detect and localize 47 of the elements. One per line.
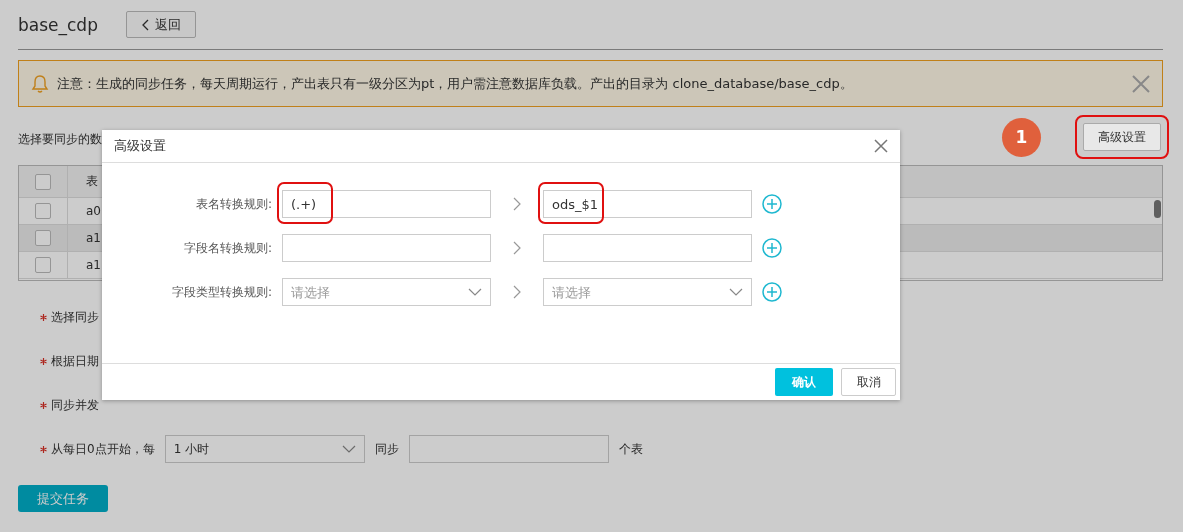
table-cell-text: a1 xyxy=(85,231,101,245)
rule-label: 字段类型转换规则: xyxy=(170,283,273,301)
chevron-left-icon xyxy=(140,18,149,31)
chevron-right-icon xyxy=(513,197,521,211)
unit-label: 个表 xyxy=(618,440,643,458)
chevron-down-icon xyxy=(341,445,356,453)
cancel-button[interactable]: 取消 xyxy=(841,368,896,396)
bell-icon xyxy=(31,73,49,94)
table-cell-text: a1 xyxy=(85,258,101,272)
table-cell-text: a0 xyxy=(85,204,101,218)
chevron-right-icon xyxy=(513,285,521,299)
chevron-down-icon xyxy=(729,288,743,296)
dialog-title: 高级设置 xyxy=(114,137,166,155)
checkbox[interactable] xyxy=(35,173,51,190)
notice-text: 注意：生成的同步任务，每天周期运行，产出表只有一级分区为pt，用户需注意数据库负载。产出的目录为 clone_database/base_cdp。 xyxy=(57,74,854,93)
column-header: 表 xyxy=(85,173,98,190)
input-field[interactable]: ods_$1 xyxy=(543,190,752,218)
rule-label: 表名转换规则: xyxy=(194,195,273,213)
chevron-down-icon xyxy=(468,288,482,296)
step-badge: 1 xyxy=(1002,117,1041,157)
scrollbar-thumb[interactable] xyxy=(1154,200,1161,218)
checkbox[interactable] xyxy=(35,257,51,273)
close-icon[interactable] xyxy=(874,139,888,153)
section-label: 选择要同步的数 xyxy=(18,130,102,148)
close-icon[interactable] xyxy=(1132,74,1150,93)
add-circle-icon[interactable] xyxy=(762,282,782,302)
select-field[interactable]: 请选择 xyxy=(543,278,752,306)
field-label: 同步并发 xyxy=(51,396,99,414)
checkbox[interactable] xyxy=(35,230,51,246)
field-label: 同步 xyxy=(374,440,399,458)
field-label: 根据日期 xyxy=(51,352,99,370)
back-button[interactable]: 返回 xyxy=(125,11,196,38)
input-field[interactable] xyxy=(282,234,491,262)
input-field[interactable]: (.+) xyxy=(282,190,491,218)
input-field[interactable] xyxy=(543,234,752,262)
select-field[interactable]: 请选择 xyxy=(282,278,491,306)
rule-label: 字段名转换规则: xyxy=(182,239,273,257)
input-field[interactable] xyxy=(408,435,609,463)
add-circle-icon[interactable] xyxy=(762,238,782,258)
checkbox[interactable] xyxy=(35,203,51,219)
add-circle-icon[interactable] xyxy=(762,194,782,214)
page-title: base_cdp xyxy=(18,14,98,35)
chevron-right-icon xyxy=(513,241,521,255)
field-label: 从每日0点开始，每 xyxy=(51,440,155,458)
advanced-settings-button[interactable]: 高级设置 xyxy=(1083,123,1161,151)
field-label: 选择同步 xyxy=(51,308,99,326)
interval-select[interactable]: 1 小时 xyxy=(164,435,365,463)
